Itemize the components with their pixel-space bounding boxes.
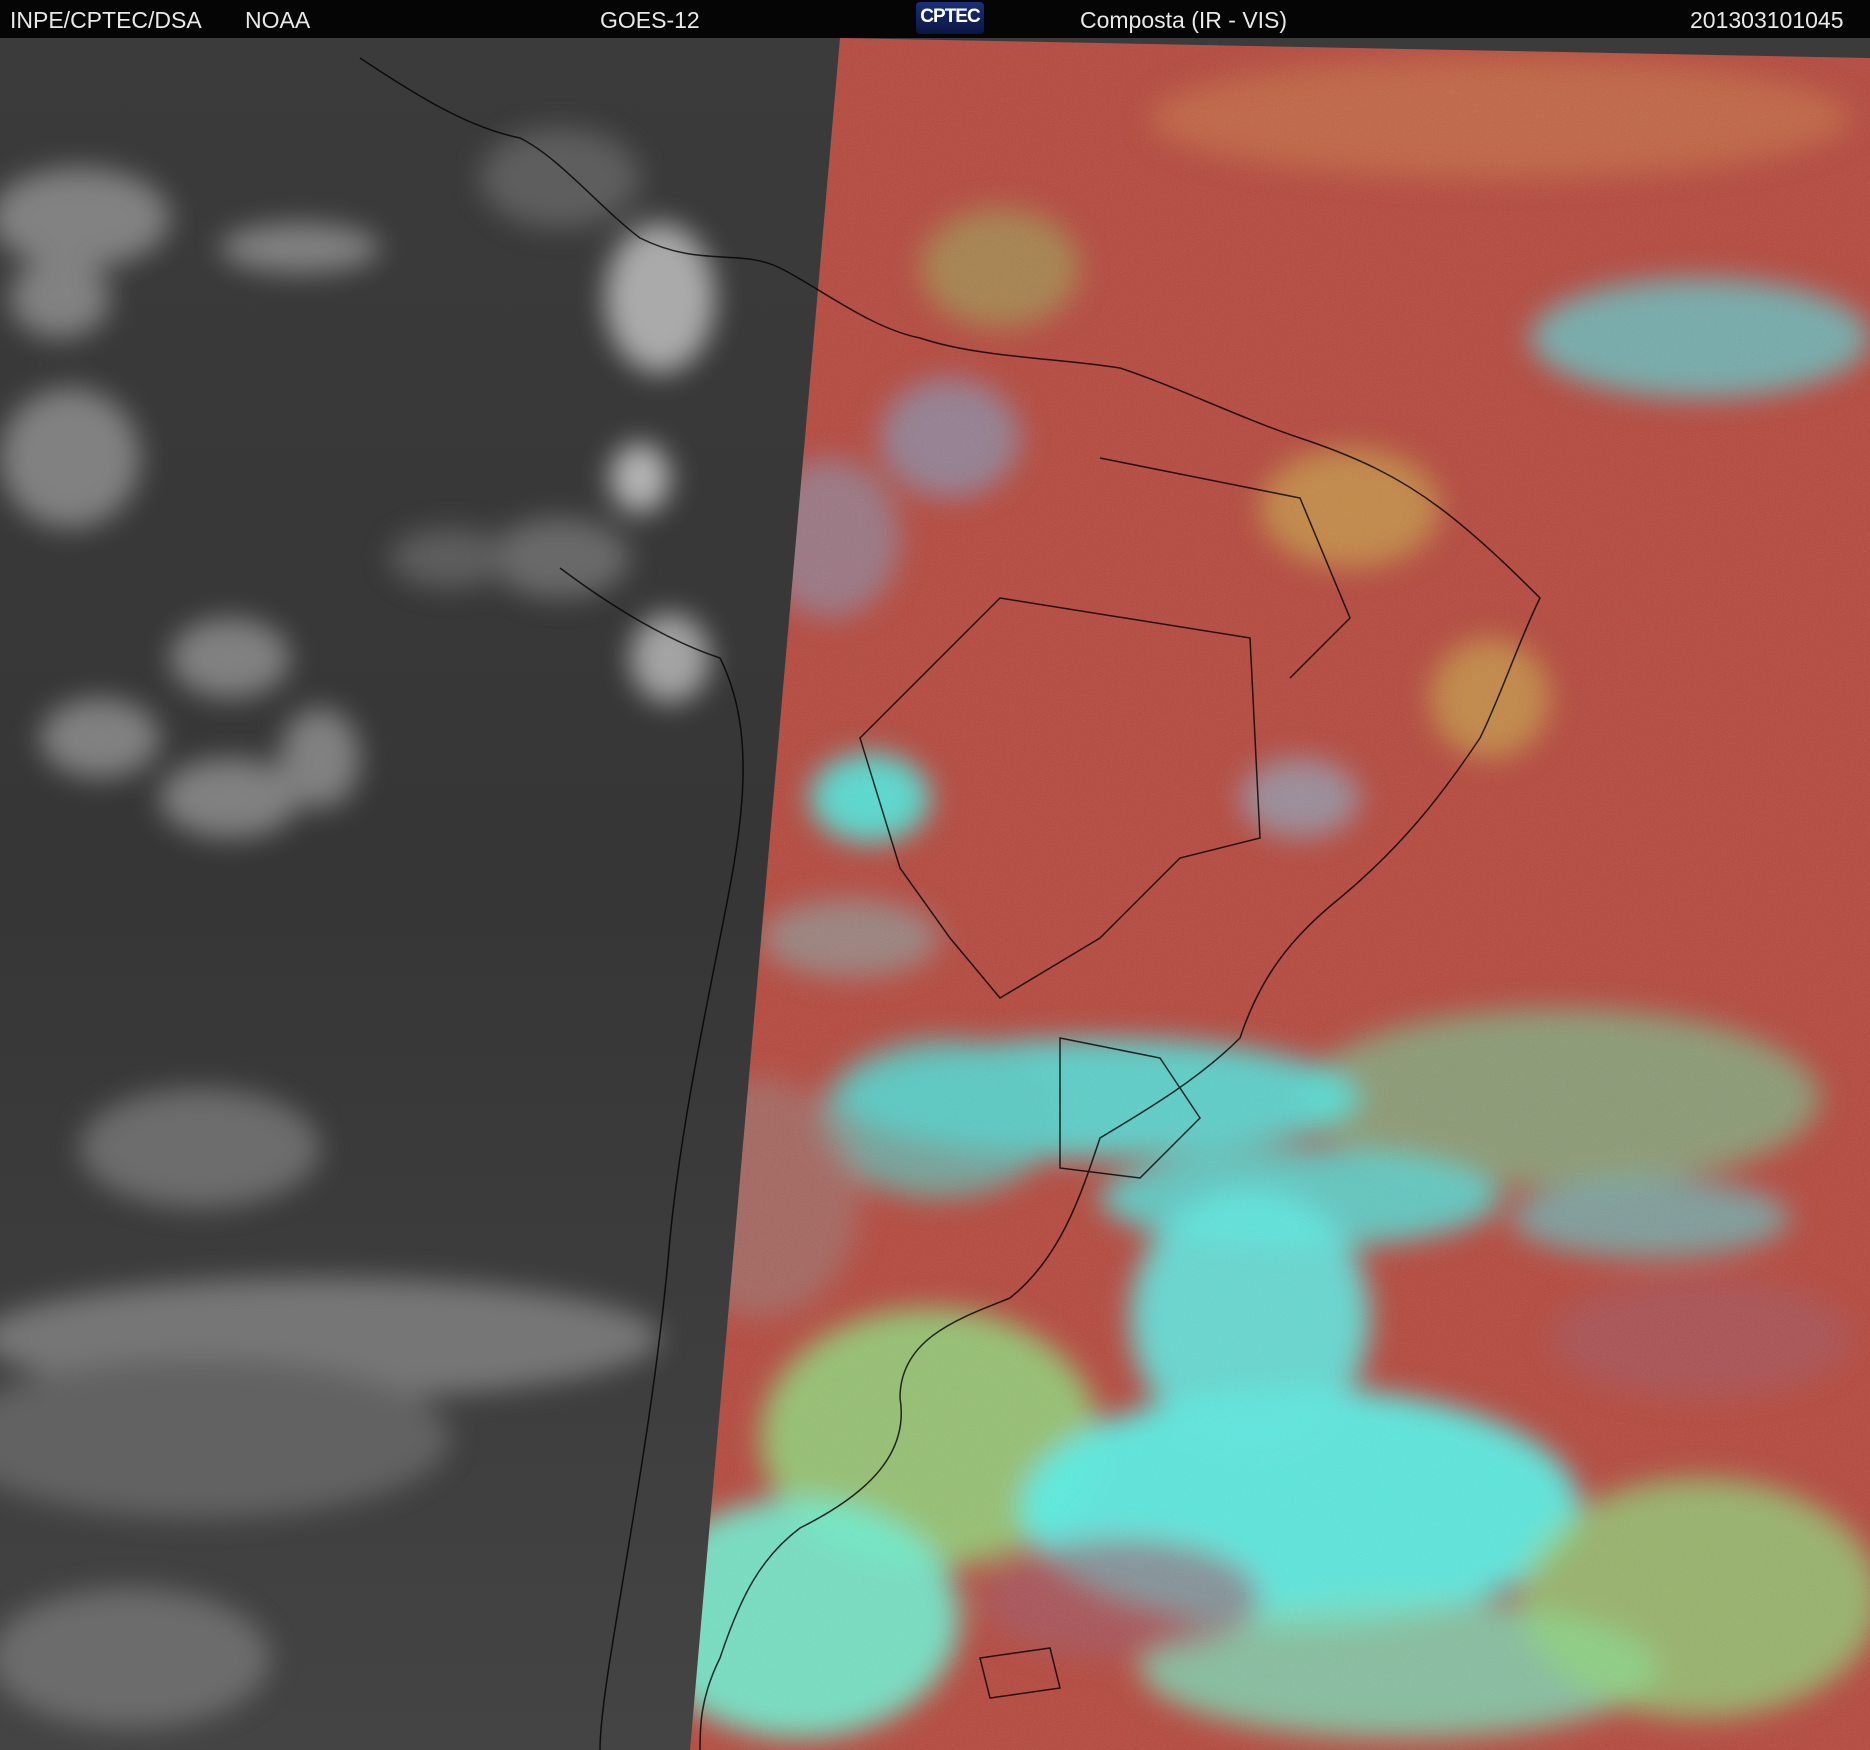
satellite-image [0,38,1870,1750]
image-header: INPE/CPTEC/DSA NOAA GOES-12 CPTEC Compos… [0,0,1870,38]
institution-label: INPE/CPTEC/DSA [10,7,202,33]
agency-label: NOAA [245,7,311,33]
timestamp-label: 201303101045 [1690,7,1844,33]
satellite-label: GOES-12 [600,7,700,33]
cptec-logo-icon: CPTEC [916,2,984,34]
product-label: Composta (IR - VIS) [1080,7,1288,33]
